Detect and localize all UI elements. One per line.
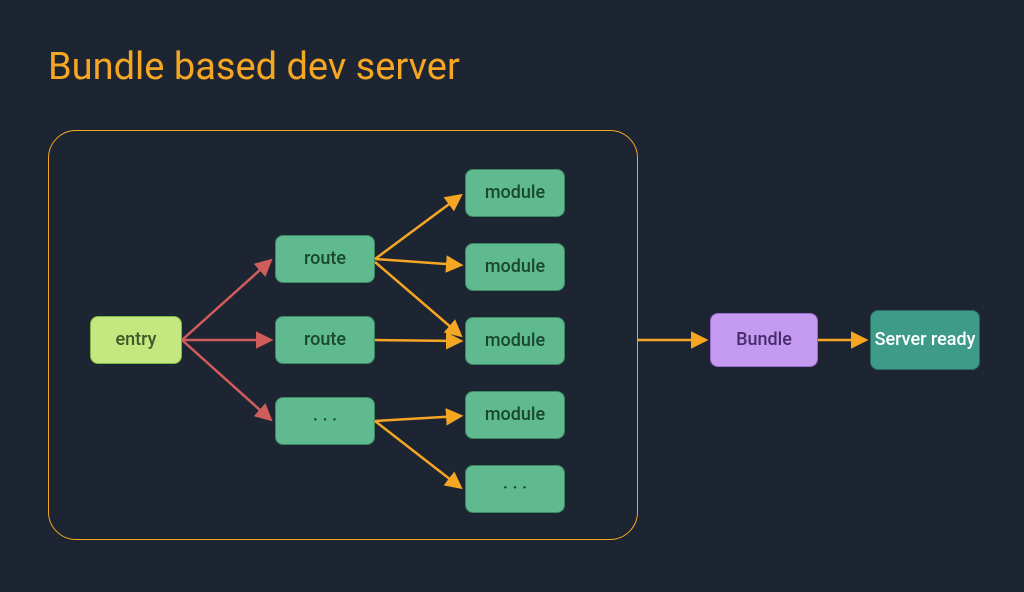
node-bundle: Bundle bbox=[710, 313, 818, 367]
node-server-ready: Server ready bbox=[870, 310, 980, 370]
node-route-2: route bbox=[275, 316, 375, 364]
node-entry: entry bbox=[90, 316, 182, 364]
node-module-2: module bbox=[465, 243, 565, 291]
diagram-title: Bundle based dev server bbox=[48, 45, 460, 89]
node-module-4: module bbox=[465, 391, 565, 439]
node-module-3: module bbox=[465, 317, 565, 365]
node-route-ellipsis: · · · bbox=[275, 397, 375, 445]
node-module-ellipsis: · · · bbox=[465, 465, 565, 513]
node-module-1: module bbox=[465, 169, 565, 217]
node-route-1: route bbox=[275, 235, 375, 283]
